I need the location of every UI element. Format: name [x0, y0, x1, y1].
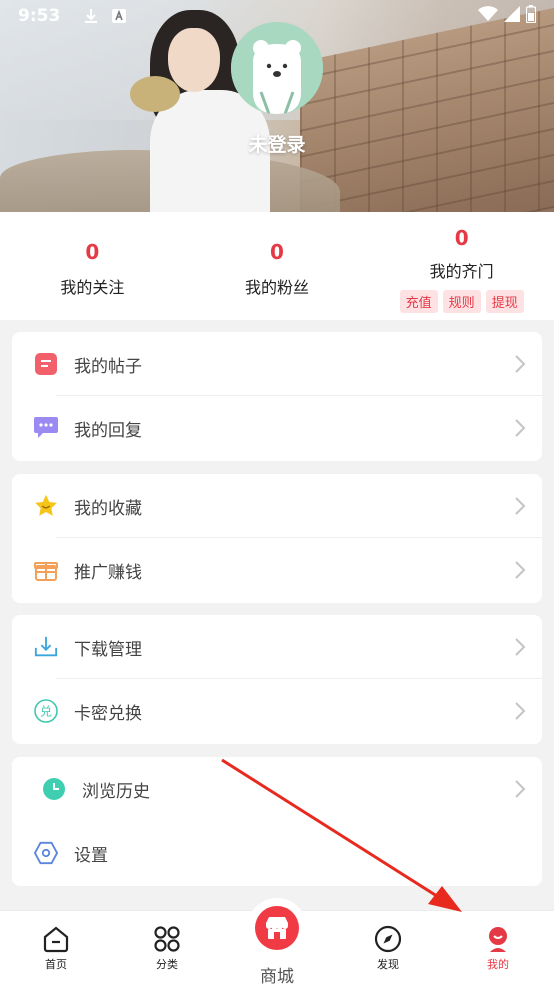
clock-icon [42, 777, 66, 801]
stat-following-label: 我的关注 [60, 278, 125, 297]
menu-item-card-redeem[interactable]: 兑 卡密兑换 [12, 679, 542, 743]
stat-fans-label: 我的粉丝 [245, 278, 310, 297]
wifi-icon [478, 5, 498, 27]
menu-card-history: 浏览历史 设置 [12, 757, 542, 886]
stat-following[interactable]: 0 我的关注 [0, 212, 185, 320]
post-icon [34, 352, 58, 376]
menu-item-label: 我的收藏 [74, 498, 142, 519]
menu-item-label: 我的帖子 [74, 356, 142, 377]
chevron-right-icon [512, 635, 528, 659]
stat-qimen-label: 我的齐门 [429, 262, 494, 281]
shop-icon [255, 906, 299, 950]
nav-mine-label: 我的 [487, 958, 509, 971]
gift-icon [34, 558, 58, 582]
menu-item-promote-earn[interactable]: 推广赚钱 [12, 538, 542, 602]
nav-home-label: 首页 [45, 958, 67, 971]
chevron-right-icon [512, 777, 528, 801]
stat-fans[interactable]: 0 我的粉丝 [185, 212, 370, 320]
nav-category-label: 分类 [156, 958, 178, 971]
menu-item-label: 推广赚钱 [74, 562, 142, 583]
bear-avatar-icon [231, 22, 323, 114]
menu-card-favorites: 我的收藏 推广赚钱 [12, 474, 542, 603]
header-photo-coconut [130, 76, 180, 112]
recharge-tag-button[interactable]: 充值 [399, 290, 438, 313]
a-icon [108, 5, 130, 27]
menu-item-label: 我的回复 [74, 420, 142, 441]
compass-icon [374, 925, 402, 953]
menu-item-my-replies[interactable]: 我的回复 [12, 396, 542, 460]
menu-item-my-favorites[interactable]: 我的收藏 [12, 474, 542, 538]
download-tray-icon [34, 635, 58, 659]
hexagon-settings-icon [34, 841, 58, 865]
header-photo-person-face [168, 28, 220, 92]
chevron-right-icon [512, 558, 528, 582]
stat-following-count: 0 [85, 240, 100, 264]
menu-item-label: 下载管理 [74, 639, 142, 660]
grid-icon [153, 925, 181, 953]
reply-icon [34, 416, 58, 440]
menu-item-label: 浏览历史 [82, 781, 150, 802]
menu-item-my-posts[interactable]: 我的帖子 [12, 332, 542, 396]
nav-mall-button[interactable] [247, 898, 307, 958]
menu-item-browse-history[interactable]: 浏览历史 [12, 757, 542, 821]
login-status-label[interactable]: 未登录 [0, 130, 554, 157]
menu-item-label: 设置 [74, 845, 108, 866]
battery-icon [525, 4, 537, 28]
stat-fans-count: 0 [270, 240, 284, 264]
svg-text:兑: 兑 [40, 705, 52, 719]
download-icon [80, 5, 102, 27]
star-icon [34, 494, 58, 518]
profile-icon [484, 925, 512, 953]
avatar[interactable] [231, 22, 323, 114]
nav-discover[interactable]: 发现 [348, 925, 428, 972]
stat-qimen-count: 0 [454, 226, 469, 250]
chevron-right-icon [512, 494, 528, 518]
menu-card-downloads: 下载管理 兑 卡密兑换 [12, 615, 542, 744]
withdraw-tag-button[interactable]: 提现 [485, 290, 524, 313]
exchange-icon: 兑 [34, 699, 58, 723]
home-icon [42, 925, 70, 953]
nav-mine[interactable]: 我的 [458, 925, 538, 972]
nav-home[interactable]: 首页 [16, 925, 96, 972]
nav-category[interactable]: 分类 [127, 925, 207, 972]
menu-item-download-manager[interactable]: 下载管理 [12, 615, 542, 679]
status-time: 9:53 [18, 6, 61, 26]
nav-discover-label: 发现 [377, 958, 399, 971]
rules-tag-button[interactable]: 规则 [442, 290, 481, 313]
menu-card-posts: 我的帖子 我的回复 [12, 332, 542, 461]
chevron-right-icon [512, 352, 528, 376]
stats-bar: 0 我的关注 0 我的粉丝 0 我的齐门 充值 规则 提现 [0, 212, 554, 320]
qimen-actions: 充值 规则 提现 [369, 290, 554, 313]
nav-mall-label: 商城 [260, 967, 294, 984]
status-bar: 9:53 [0, 0, 554, 32]
chevron-right-icon [512, 699, 528, 723]
chevron-right-icon [512, 416, 528, 440]
menu-item-settings[interactable]: 设置 [12, 821, 542, 885]
stat-qimen[interactable]: 0 我的齐门 充值 规则 提现 [369, 212, 554, 320]
menu-item-label: 卡密兑换 [74, 703, 142, 724]
signal-icon [504, 5, 520, 27]
